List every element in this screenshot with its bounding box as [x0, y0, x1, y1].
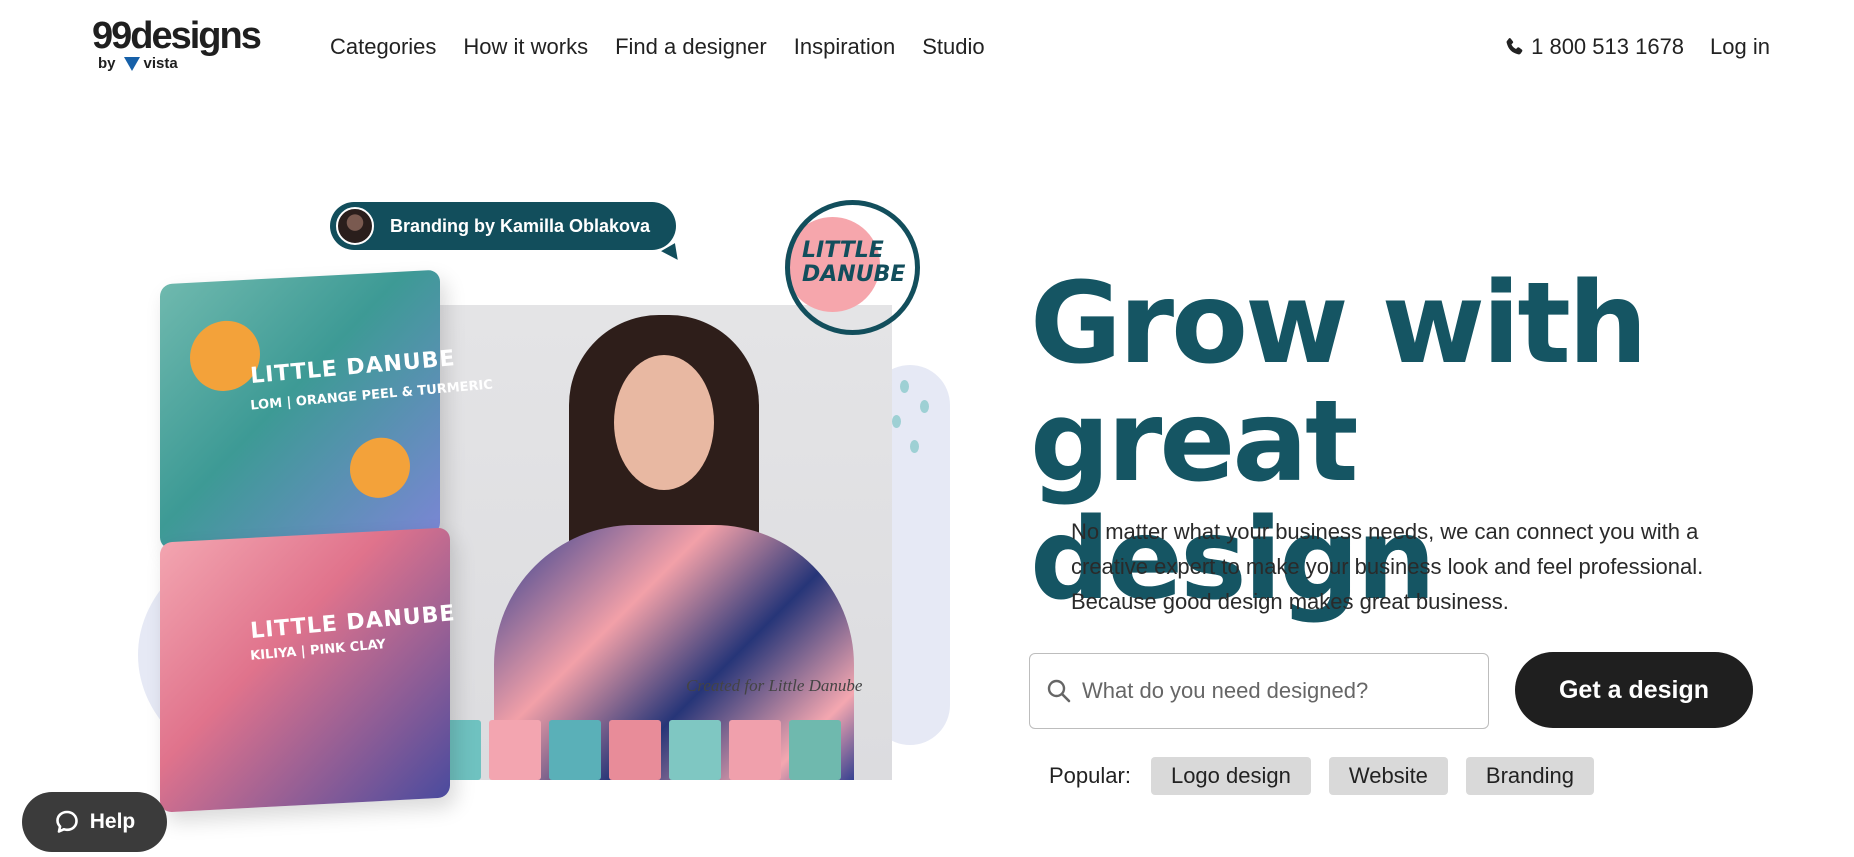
help-label: Help	[89, 810, 136, 833]
search-icon	[1047, 679, 1071, 703]
logo-by-text: by	[98, 55, 116, 72]
soap-box-top	[160, 269, 440, 550]
nav-item-find-a-designer[interactable]: Find a designer	[615, 30, 767, 64]
hero-visual: LITTLE DANUBE LOM | ORANGE PEEL & TURMER…	[130, 200, 960, 835]
decorative-dot	[920, 400, 929, 413]
image-caption: Created for Little Danube	[686, 676, 863, 695]
designer-photo	[419, 305, 892, 780]
product-box	[489, 720, 541, 780]
login-link[interactable]: Log in	[1710, 30, 1770, 64]
vista-icon	[123, 57, 140, 71]
product-box	[609, 720, 661, 780]
phone-link[interactable]: 1 800 513 1678	[1503, 30, 1684, 64]
popular-tags: Popular: Logo design Website Branding	[1049, 757, 1594, 795]
chip-logo-design[interactable]: Logo design	[1150, 757, 1311, 795]
photo-products	[419, 705, 892, 780]
chat-bubble-icon	[55, 810, 78, 833]
photo-face	[614, 355, 714, 490]
phone-number: 1 800 513 1678	[1531, 34, 1685, 59]
decorative-dot	[900, 380, 909, 393]
brand-badge-text: LITTLE DANUBE	[802, 238, 906, 287]
site-header: 99designs by vista Categories How it wor…	[0, 0, 1854, 95]
search-input[interactable]	[1082, 678, 1462, 704]
nav-item-how-it-works[interactable]: How it works	[463, 30, 588, 64]
header-actions: 1 800 513 1678 Log in	[1503, 30, 1770, 64]
decorative-dot	[892, 415, 901, 428]
avatar	[336, 207, 374, 245]
logo[interactable]: 99designs by vista	[92, 15, 262, 72]
get-a-design-button[interactable]: Get a design	[1515, 652, 1753, 728]
hero-subtext: No matter what your business needs, we c…	[1071, 519, 1704, 614]
decorative-dot	[910, 440, 919, 453]
product-box	[789, 720, 841, 780]
chip-website[interactable]: Website	[1328, 757, 1448, 795]
designer-credit[interactable]: Branding by Kamilla Oblakova	[330, 202, 677, 250]
nav-item-inspiration[interactable]: Inspiration	[794, 30, 896, 64]
main-nav: Categories How it works Find a designer …	[330, 30, 985, 64]
product-box	[729, 720, 781, 780]
search-box[interactable]	[1029, 653, 1489, 729]
phone-icon	[1506, 38, 1523, 55]
product-box	[549, 720, 601, 780]
nav-item-categories[interactable]: Categories	[330, 30, 436, 64]
headline-line-1: Grow with	[1030, 259, 1648, 389]
logo-wordmark: 99designs	[92, 15, 262, 57]
product-box	[669, 720, 721, 780]
designer-credit-text: Branding by Kamilla Oblakova	[390, 215, 651, 236]
logo-partner-text: vista	[143, 55, 178, 72]
nav-item-studio[interactable]: Studio	[922, 30, 984, 64]
soap-box-bottom	[160, 527, 450, 813]
popular-label: Popular:	[1049, 763, 1131, 788]
chip-branding[interactable]: Branding	[1465, 757, 1594, 795]
logo-byline: by vista	[98, 56, 260, 72]
help-button[interactable]: Help	[22, 792, 167, 852]
